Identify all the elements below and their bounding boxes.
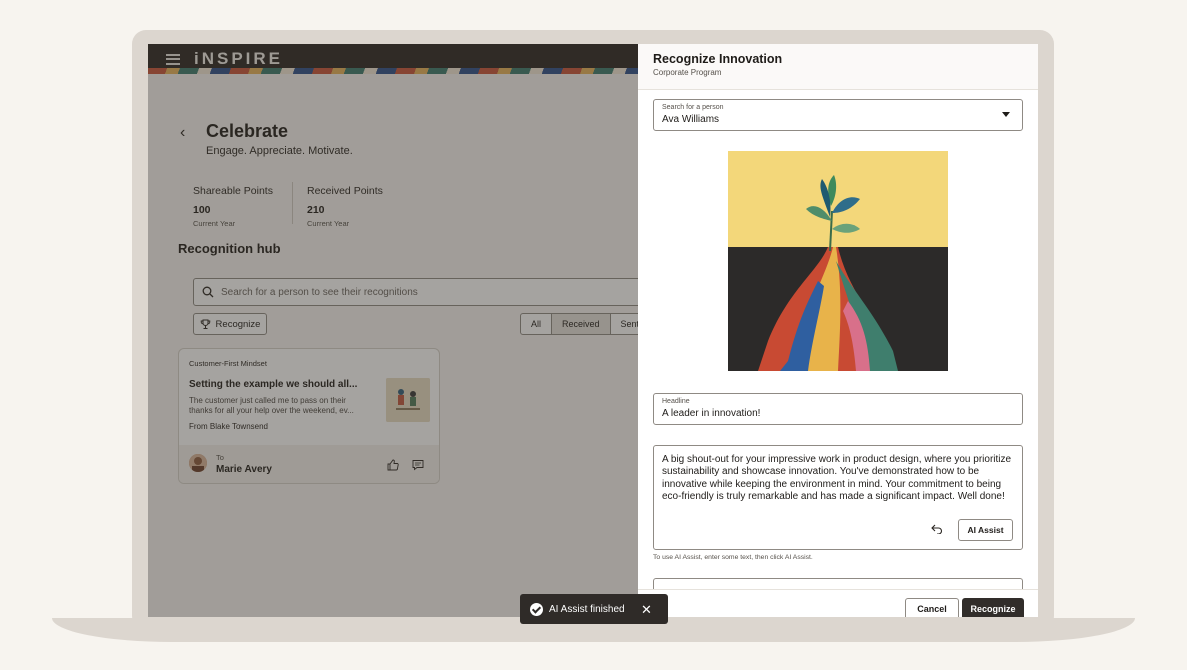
submit-recognize-button[interactable]: Recognize	[962, 598, 1024, 617]
celebrate-app: iNSPIRE ‹ Celebrate Engage. Appreciate. …	[148, 44, 638, 617]
modal-overlay[interactable]	[148, 44, 638, 617]
headline-value: A leader in innovation!	[662, 408, 761, 419]
headline-field[interactable]: Headline A leader in innovation!	[653, 393, 1023, 425]
drawer-subtitle: Corporate Program	[653, 68, 722, 77]
close-icon[interactable]: ✕	[641, 602, 652, 618]
person-select-label: Search for a person	[662, 104, 724, 111]
cancel-button[interactable]: Cancel	[905, 598, 959, 617]
drawer-header: Recognize Innovation Corporate Program	[638, 44, 1038, 90]
ai-assist-hint: To use AI Assist, enter some text, then …	[653, 554, 813, 561]
headline-label: Headline	[662, 398, 690, 405]
person-select-value: Ava Williams	[662, 114, 720, 125]
check-circle-icon	[530, 602, 543, 616]
drawer-footer: Cancel Recognize	[638, 589, 1038, 617]
ai-assist-toast: AI Assist finished ✕	[520, 594, 668, 624]
message-textarea[interactable]: A big shout-out for your impressive work…	[653, 445, 1023, 550]
message-text: A big shout-out for your impressive work…	[662, 454, 1012, 502]
drawer-title: Recognize Innovation	[653, 52, 783, 66]
dropdown-caret-icon[interactable]	[1002, 112, 1010, 117]
undo-icon[interactable]	[931, 524, 943, 534]
screen: iNSPIRE ‹ Celebrate Engage. Appreciate. …	[148, 44, 1038, 617]
recognize-drawer: Recognize Innovation Corporate Program S…	[638, 44, 1038, 617]
person-select[interactable]: Search for a person Ava Williams	[653, 99, 1023, 131]
toast-message: AI Assist finished	[549, 603, 625, 615]
ai-assist-button[interactable]: AI Assist	[958, 519, 1013, 541]
recognition-artwork	[728, 151, 948, 371]
